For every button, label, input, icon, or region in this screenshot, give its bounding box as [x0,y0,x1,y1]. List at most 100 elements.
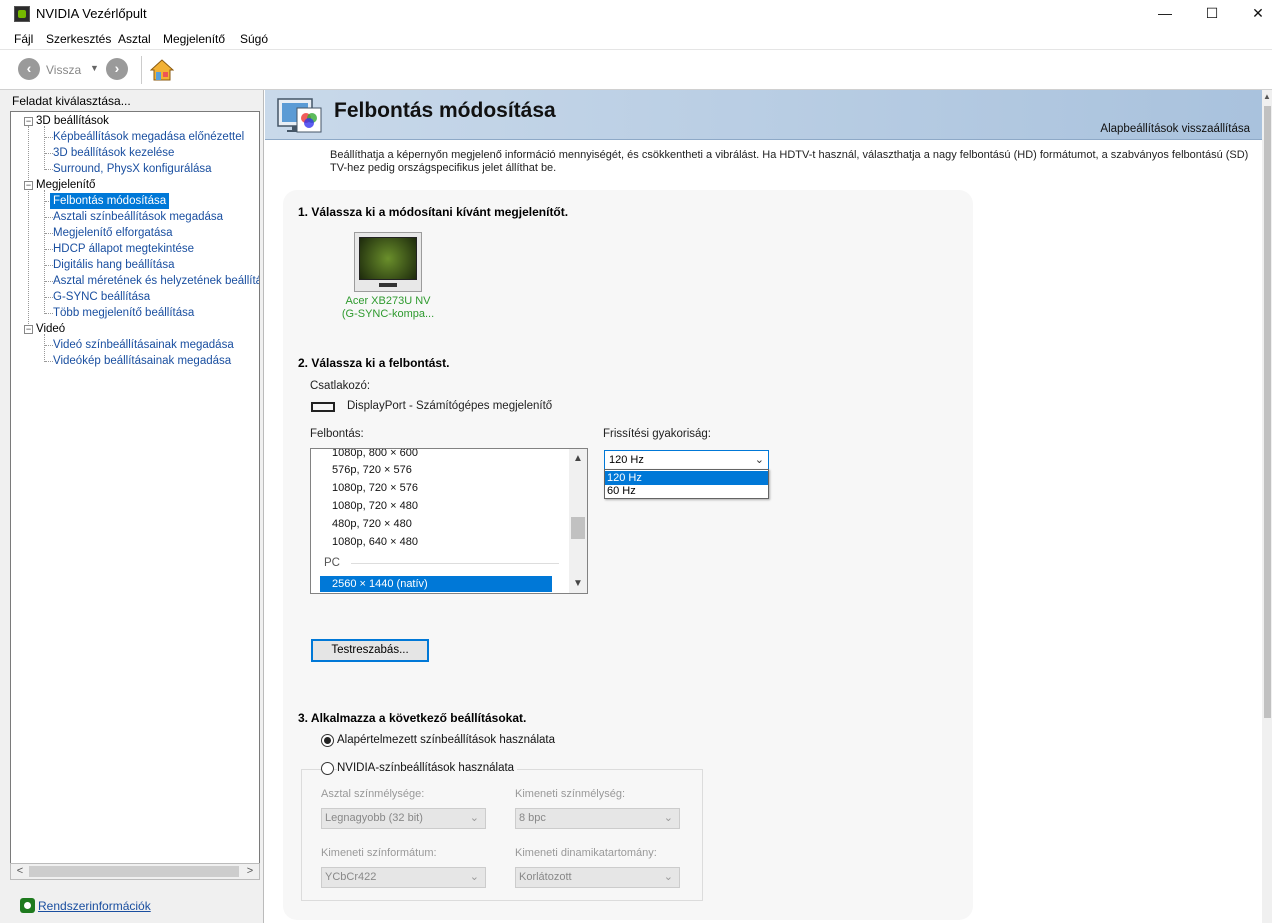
menu-display[interactable]: Megjelenítő [163,32,225,46]
resolution-item[interactable]: 1080p, 800 × 600 [332,449,418,461]
customize-button[interactable]: Testreszabás... [311,639,429,662]
resolution-item[interactable]: 1080p, 640 × 480 [332,534,418,550]
close-button[interactable]: ✕ [1235,0,1272,28]
tree-item-desktop-size-position[interactable]: Asztal méretének és helyzetének beállítá… [53,273,259,289]
refresh-option-120[interactable]: 120 Hz [605,471,768,485]
tree-line [44,190,45,314]
section-2-title: 2. Válassza ki a felbontást. [298,356,450,370]
tree-line [45,313,53,314]
section-1-title: 1. Válassza ki a módosítani kívánt megje… [298,205,569,219]
menu-desktop[interactable]: Asztal [118,32,151,46]
title-bar: NVIDIA Vezérlőpult — ☐ ✕ [0,0,1272,28]
toolbar: ‹ Vissza ▼ › [0,50,1272,90]
collapse-icon[interactable]: − [24,117,33,126]
tree-item-hdcp-status[interactable]: HDCP állapot megtekintése [53,241,194,257]
chevron-down-icon: ⌄ [663,812,673,824]
radio-nvidia-colors-label[interactable]: NVIDIA-színbeállítások használata [337,762,518,774]
displayport-icon [311,402,335,412]
tree-horizontal-scrollbar[interactable]: < > [10,863,260,880]
forward-arrow-icon[interactable]: › [106,58,128,80]
tree-line [45,297,53,298]
desktop-color-depth-select: Legnagyobb (32 bit) ⌄ [321,808,486,829]
menu-file[interactable]: Fájl [14,32,33,46]
output-dynamic-range-select: Korlátozott ⌄ [515,867,680,888]
tree-item-change-resolution[interactable]: Felbontás módosítása [50,193,170,209]
tree-item-manage-3d[interactable]: 3D beállítások kezelése [53,145,174,161]
refresh-rate-dropdown[interactable]: 120 Hz 60 Hz [604,469,769,499]
tree-line [45,233,53,234]
tree-item-surround-physx[interactable]: Surround, PhysX konfigurálása [53,161,212,177]
scroll-thumb[interactable] [571,517,585,539]
tree-line [45,137,53,138]
output-dynamic-range-value: Korlátozott [519,871,572,883]
collapse-icon[interactable]: − [24,181,33,190]
connector-label: Csatlakozó: [310,380,371,392]
scroll-down-icon[interactable]: ▼ [569,576,587,592]
nvidia-app-icon [14,6,30,22]
minimize-button[interactable]: — [1142,0,1188,28]
chevron-down-icon: ⌄ [469,871,479,883]
tree-item-image-settings[interactable]: Képbeállítások megadása előnézettel [53,129,244,145]
refresh-rate-select[interactable]: 120 Hz ⌄ [604,450,769,470]
tree-category-video[interactable]: Videó [36,321,65,337]
scroll-right-icon[interactable]: > [242,864,258,879]
desktop-color-depth-value: Legnagyobb (32 bit) [325,812,423,824]
radio-default-colors[interactable] [321,734,334,747]
desktop-color-depth-label: Asztal színmélysége: [321,788,425,800]
tree-item-digital-audio[interactable]: Digitális hang beállítása [53,257,174,273]
scroll-up-icon[interactable]: ▲ [569,451,587,467]
menu-help[interactable]: Súgó [240,32,268,46]
tree-item-desktop-color[interactable]: Asztali színbeállítások megadása [53,209,223,225]
monitor-icon[interactable] [354,232,422,292]
tree-category-3d[interactable]: 3D beállítások [36,113,109,129]
monitor-screen [359,237,417,280]
resolution-item[interactable]: 1080p, 720 × 576 [332,480,418,496]
maximize-button[interactable]: ☐ [1189,0,1235,28]
tree-line [44,334,45,362]
section-3-title: 3. Alkalmazza a következő beállításokat. [298,711,527,725]
output-color-depth-label: Kimeneti színmélység: [515,788,626,800]
scroll-left-icon[interactable]: < [12,864,28,879]
resolution-item[interactable]: 480p, 720 × 480 [332,516,412,532]
page-description: Beállíthatja a képernyőn megjelenő infor… [330,149,1249,174]
collapse-icon[interactable]: − [24,325,33,334]
page-title: Felbontás módosítása [334,99,556,122]
output-color-format-label: Kimeneti színformátum: [321,847,437,859]
content-scrollbar[interactable]: ▲ [1262,90,1272,923]
scroll-up-icon[interactable]: ▲ [1262,92,1272,101]
back-label[interactable]: Vissza [46,63,81,77]
connector-value: DisplayPort - Számítógépes megjelenítő [347,400,553,412]
back-arrow-icon[interactable]: ‹ [18,58,40,80]
refresh-rate-value: 120 Hz [609,454,644,466]
resolution-list-scrollbar[interactable]: ▲ ▼ [569,449,587,593]
tree-item-video-image[interactable]: Videókép beállításainak megadása [53,353,231,369]
system-info-link[interactable]: Rendszerinformációk [38,899,151,913]
scroll-thumb[interactable] [29,866,239,877]
restore-defaults-link[interactable]: Alapbeállítások visszaállítása [1100,123,1250,135]
home-icon[interactable] [150,58,174,82]
radio-nvidia-colors[interactable] [321,762,334,775]
tree-item-video-color[interactable]: Videó színbeállításainak megadása [53,337,234,353]
task-tree: − 3D beállítások Képbeállítások megadása… [10,111,260,869]
output-color-depth-select: 8 bpc ⌄ [515,808,680,829]
output-color-format-select: YCbCr422 ⌄ [321,867,486,888]
resolution-list[interactable]: 1080p, 800 × 600 576p, 720 × 576 1080p, … [310,448,588,594]
output-dynamic-range-label: Kimeneti dinamikatartomány: [515,847,657,859]
tree-line [44,126,45,170]
window-title: NVIDIA Vezérlőpult [36,6,147,21]
tree-line [45,345,53,346]
resolution-item-selected[interactable]: 2560 × 1440 (natív) [320,576,552,592]
history-dropdown-icon[interactable]: ▼ [90,63,99,73]
monitor-name[interactable]: Acer XB273U NV (G-SYNC-kompa... [333,295,443,321]
resolution-item[interactable]: 576p, 720 × 576 [332,462,412,478]
radio-default-colors-label[interactable]: Alapértelmezett színbeállítások használa… [337,734,555,746]
tree-item-gsync[interactable]: G-SYNC beállítása [53,289,150,305]
tree-category-display[interactable]: Megjelenítő [36,177,95,193]
menu-edit[interactable]: Szerkesztés [46,32,111,46]
scroll-thumb[interactable] [1264,106,1271,718]
tree-item-rotate-display[interactable]: Megjelenítő elforgatása [53,225,173,241]
refresh-option-60[interactable]: 60 Hz [605,484,768,498]
resolution-item[interactable]: 1080p, 720 × 480 [332,498,418,514]
tree-item-multiple-displays[interactable]: Több megjelenítő beállítása [53,305,194,321]
tree-line [45,169,53,170]
